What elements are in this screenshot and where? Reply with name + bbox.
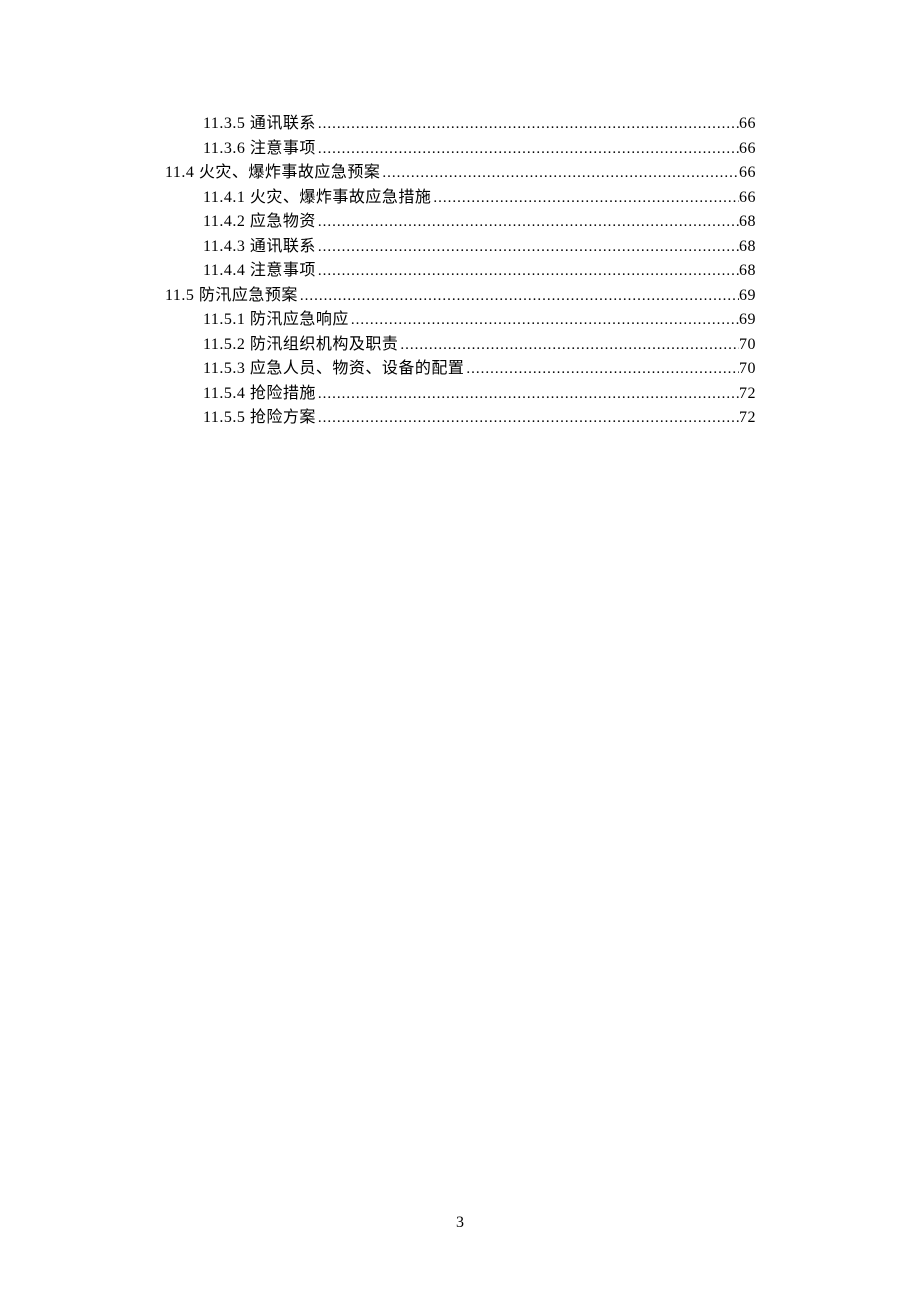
toc-entry: 11.5.4 抢险措施 72 (165, 382, 756, 407)
toc-leader-dots (316, 235, 739, 260)
toc-entry-label: 11.4 火灾、爆炸事故应急预案 (165, 161, 380, 186)
toc-leader-dots (316, 382, 739, 407)
toc-leader-dots (380, 161, 739, 186)
toc-entry-label: 11.5.3 应急人员、物资、设备的配置 (203, 357, 464, 382)
toc-entry-page: 70 (739, 357, 756, 382)
toc-entry-label: 11.3.6 注意事项 (203, 137, 316, 162)
toc-entry-page: 70 (739, 333, 756, 358)
toc-entry: 11.5.5 抢险方案 72 (165, 406, 756, 431)
toc-entry: 11.5.2 防汛组织机构及职责 70 (165, 333, 756, 358)
toc-leader-dots (398, 333, 739, 358)
toc-entry-label: 11.4.2 应急物资 (203, 210, 316, 235)
toc-entry: 11.3.6 注意事项 66 (165, 137, 756, 162)
toc-entry-label: 11.5.1 防汛应急响应 (203, 308, 349, 333)
toc-entry-label: 11.5.5 抢险方案 (203, 406, 316, 431)
toc-leader-dots (316, 112, 739, 137)
toc-entry-label: 11.4.1 火灾、爆炸事故应急措施 (203, 186, 431, 211)
toc-leader-dots (464, 357, 739, 382)
toc-entry-label: 11.3.5 通讯联系 (203, 112, 316, 137)
toc-entry: 11.3.5 通讯联系 66 (165, 112, 756, 137)
toc-entry-label: 11.5 防汛应急预案 (165, 284, 298, 309)
toc-entry-page: 68 (739, 210, 756, 235)
toc-entry-page: 69 (739, 284, 756, 309)
toc-entry-label: 11.5.2 防汛组织机构及职责 (203, 333, 398, 358)
toc-entry-page: 69 (739, 308, 756, 333)
toc-entry-page: 66 (739, 137, 756, 162)
toc-entry: 11.5 防汛应急预案 69 (165, 284, 756, 309)
toc-entry: 11.4 火灾、爆炸事故应急预案 66 (165, 161, 756, 186)
toc-content: 11.3.5 通讯联系6611.3.6 注意事项6611.4 火灾、爆炸事故应急… (0, 0, 920, 431)
toc-leader-dots (298, 284, 739, 309)
toc-entry: 11.5.1 防汛应急响应 69 (165, 308, 756, 333)
toc-leader-dots (316, 137, 739, 162)
toc-entry-page: 66 (739, 112, 756, 137)
toc-leader-dots (316, 259, 739, 284)
toc-leader-dots (316, 210, 739, 235)
toc-entry-page: 66 (739, 161, 756, 186)
page-number: 3 (0, 1214, 920, 1232)
toc-leader-dots (431, 186, 739, 211)
toc-entry-page: 72 (739, 382, 756, 407)
toc-entry-label: 11.4.4 注意事项 (203, 259, 316, 284)
toc-entry-page: 66 (739, 186, 756, 211)
toc-entry-label: 11.5.4 抢险措施 (203, 382, 316, 407)
toc-entry: 11.4.3 通讯联系 68 (165, 235, 756, 260)
toc-entry: 11.4.2 应急物资 68 (165, 210, 756, 235)
toc-entry-page: 68 (739, 259, 756, 284)
toc-entry: 11.5.3 应急人员、物资、设备的配置 70 (165, 357, 756, 382)
toc-entry-page: 68 (739, 235, 756, 260)
toc-entry: 11.4.1 火灾、爆炸事故应急措施 66 (165, 186, 756, 211)
toc-entry: 11.4.4 注意事项 68 (165, 259, 756, 284)
toc-entry-label: 11.4.3 通讯联系 (203, 235, 316, 260)
toc-entry-page: 72 (739, 406, 756, 431)
toc-leader-dots (349, 308, 739, 333)
toc-leader-dots (316, 406, 739, 431)
